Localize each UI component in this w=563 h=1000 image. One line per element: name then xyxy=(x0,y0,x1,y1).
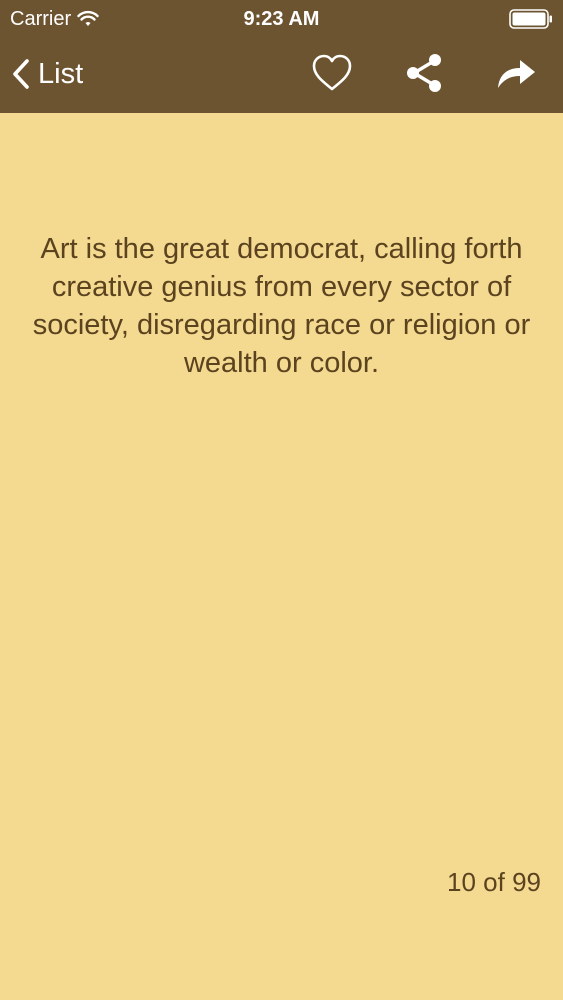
chevron-left-icon xyxy=(12,58,30,90)
back-label: List xyxy=(38,58,84,90)
quote-text: Art is the great democrat, calling forth… xyxy=(32,233,531,379)
forward-button[interactable] xyxy=(493,52,539,98)
share-button[interactable] xyxy=(401,52,447,98)
share-icon xyxy=(403,53,445,98)
status-bar: Carrier 9:23 AM xyxy=(0,0,563,38)
favorite-button[interactable] xyxy=(309,52,355,98)
heart-icon xyxy=(311,53,353,98)
page-counter: 10 of 99 xyxy=(447,867,541,897)
back-button[interactable]: List xyxy=(12,52,83,96)
forward-arrow-icon xyxy=(494,55,538,96)
battery-full-icon xyxy=(509,9,553,29)
top-bar: Carrier 9:23 AM List xyxy=(0,0,563,113)
status-time: 9:23 AM xyxy=(243,8,320,30)
navigation-bar: List xyxy=(0,38,563,113)
